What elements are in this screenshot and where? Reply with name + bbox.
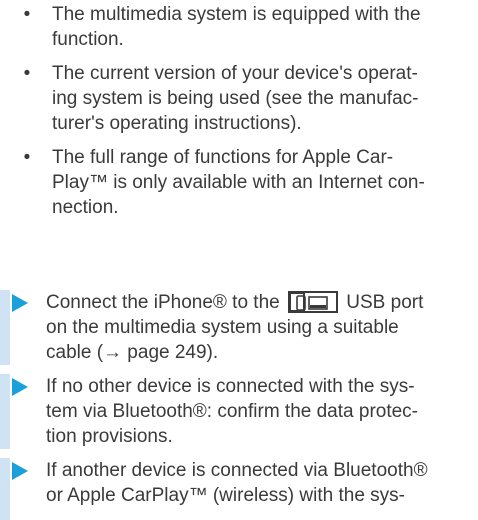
manual-page: • The multimedia system is equipped with… [0, 0, 478, 520]
prerequisite-line: The full range of functions for Apple Ca… [52, 147, 394, 168]
step-marker-bar [0, 458, 10, 520]
bullet-icon: • [23, 4, 31, 25]
step-line: tion provisions. [46, 426, 173, 447]
step-line: cable (→ page 249). [46, 342, 219, 363]
step-line: If another device is connected via Bluet… [46, 460, 428, 481]
step-line: If no other device is connected with the… [46, 376, 415, 397]
prerequisite-line: The current version of your device's ope… [52, 63, 418, 84]
usb-phone-icon [288, 291, 338, 313]
instruction-steps: Connect the iPhone® to the USB port on t… [0, 290, 478, 520]
prerequisite-item: • The multimedia system is equipped with… [18, 2, 468, 52]
bullet-icon: • [23, 147, 31, 168]
prerequisite-line: function. [52, 29, 124, 50]
prerequisite-list: • The multimedia system is equipped with… [18, 2, 468, 229]
step-line: tem via Bluetooth®: confirm the data pro… [46, 401, 419, 422]
step-arrow-icon [12, 378, 28, 396]
prerequisite-line: ing system is being used (see the manufa… [52, 88, 419, 109]
step-arrow-icon [12, 462, 28, 480]
prerequisite-line: turer's operating instructions). [52, 113, 302, 134]
bullet-icon: • [23, 63, 31, 84]
step-marker-bar [0, 290, 10, 365]
prerequisite-line: nection. [52, 197, 119, 218]
instruction-step: If no other device is connected with the… [0, 374, 478, 449]
instruction-step: Connect the iPhone® to the USB port on t… [0, 290, 478, 365]
step-line: on the multimedia system using a suitabl… [46, 317, 399, 338]
step-arrow-icon [12, 294, 28, 312]
step-line: Connect the iPhone® to the USB port [46, 290, 478, 315]
prerequisite-item: • The current version of your device's o… [18, 61, 468, 136]
instruction-step: If another device is connected via Bluet… [0, 458, 478, 520]
step-line: or Apple CarPlay™ (wireless) with the sy… [46, 485, 405, 506]
step-text: USB port [346, 292, 424, 313]
prerequisite-item: • The full range of functions for Apple … [18, 145, 468, 220]
prerequisite-line: The multimedia system is equipped with t… [52, 4, 421, 25]
step-text: Connect the iPhone® to the [46, 292, 280, 313]
prerequisite-line: Play™ is only available with an Internet… [52, 172, 425, 193]
step-marker-bar [0, 374, 10, 449]
